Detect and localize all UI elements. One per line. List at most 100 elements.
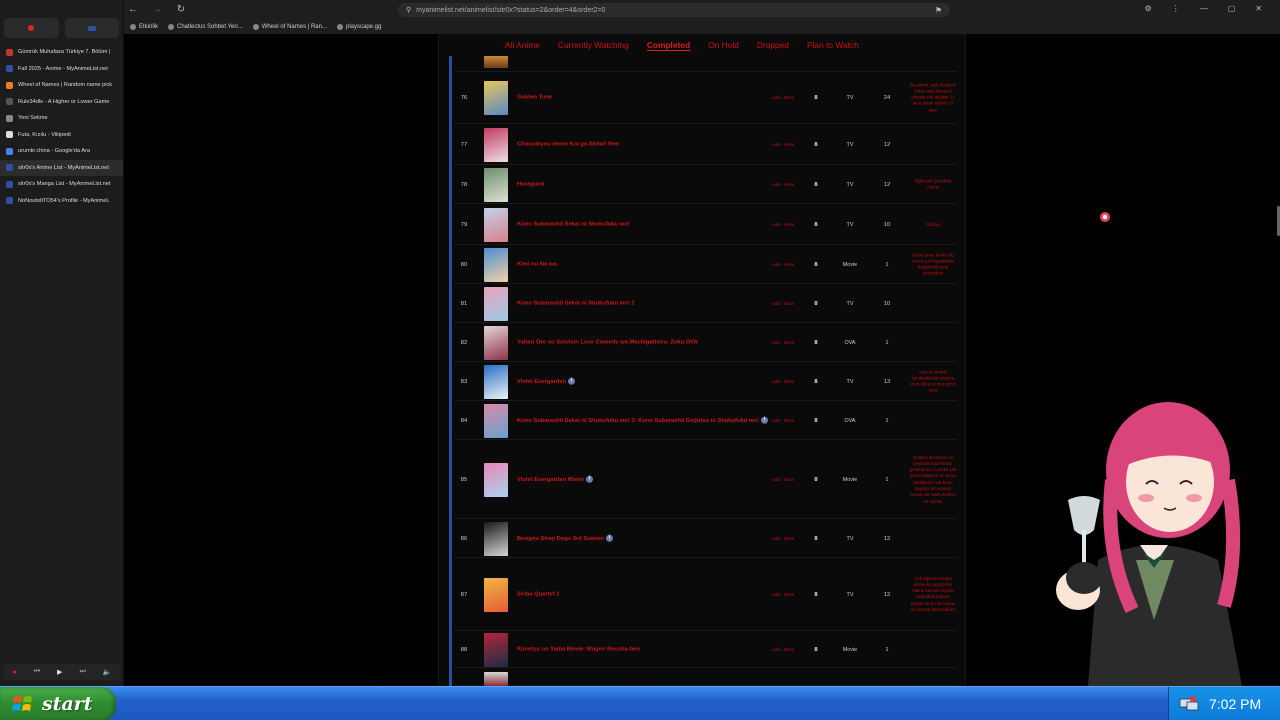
add-more-link[interactable]: Add - More bbox=[768, 182, 798, 188]
add-more-link[interactable]: Add - More bbox=[768, 142, 798, 148]
anime-title-link[interactable]: Kono Subarashii Sekai ni Shukufuku wo! 2… bbox=[517, 416, 802, 425]
anime-title-link[interactable]: Violet Evergarden i bbox=[517, 377, 802, 386]
add-more-link[interactable]: Add - More bbox=[768, 301, 798, 307]
info-icon[interactable]: i bbox=[605, 534, 613, 542]
info-icon[interactable]: i bbox=[586, 475, 594, 483]
score[interactable]: 8 bbox=[809, 262, 823, 268]
anime-title-link[interactable]: Kimi no Na wa. bbox=[517, 261, 802, 269]
anime-title-link[interactable]: Chuunibyou demo Koi ga Shitai! Ren bbox=[517, 141, 802, 149]
next-icon[interactable]: ⏭ bbox=[79, 668, 85, 676]
episode-count[interactable]: 1 bbox=[877, 418, 897, 424]
anime-title-link[interactable]: Seiba Quartet 2 bbox=[517, 591, 802, 599]
episode-count[interactable]: 24 bbox=[877, 95, 897, 101]
sidebar-tab[interactable]: urumki china - Google'da Ara bbox=[0, 143, 123, 160]
add-more-link[interactable]: Add - More bbox=[768, 477, 798, 483]
sidebar-tab[interactable]: Rule34dle - A Higher or Lower Game bbox=[0, 94, 123, 111]
score[interactable]: 8 bbox=[809, 647, 823, 653]
bookmark-icon[interactable]: ⚑ bbox=[935, 6, 942, 15]
anime-thumbnail[interactable] bbox=[484, 577, 508, 612]
anime-thumbnail[interactable] bbox=[484, 80, 508, 115]
play-icon[interactable]: ▶ bbox=[57, 668, 62, 676]
site-info-icon[interactable]: ⚲ bbox=[406, 6, 411, 14]
score[interactable]: 8 bbox=[809, 477, 823, 483]
start-button[interactable]: start bbox=[0, 687, 116, 720]
extensions-icon[interactable]: ⚙ bbox=[1145, 4, 1152, 13]
menu-icon[interactable]: ⋮ bbox=[1172, 4, 1180, 13]
bookmark-item[interactable]: Wheel of Names | Ran... bbox=[252, 24, 327, 30]
score[interactable]: 8 bbox=[809, 418, 823, 424]
episode-count[interactable]: 12 bbox=[877, 536, 897, 542]
anime-thumbnail[interactable] bbox=[484, 521, 508, 556]
anime-thumbnail[interactable] bbox=[484, 56, 508, 68]
sidebar-tab[interactable]: Gümrük Muhafaza Türkiye 7. Bölüm | bbox=[0, 44, 123, 61]
score[interactable]: 8 bbox=[809, 536, 823, 542]
clock[interactable]: 7:02 PM bbox=[1209, 696, 1261, 712]
address-bar[interactable]: ⚲ myanimelist.net/animelist/sitr0x?statu… bbox=[398, 3, 950, 17]
episode-count[interactable]: 10 bbox=[877, 222, 897, 228]
tab-completed[interactable]: Completed bbox=[646, 40, 691, 51]
episode-count[interactable]: 12 bbox=[877, 592, 897, 598]
add-more-link[interactable]: Add - More bbox=[768, 379, 798, 385]
anime-thumbnail[interactable] bbox=[484, 672, 508, 686]
anime-title-link[interactable]: Yahari Ore no Seishun Love Comedy wa Mac… bbox=[517, 339, 802, 347]
episode-count[interactable]: 1 bbox=[877, 262, 897, 268]
tab-on-hold[interactable]: On Hold bbox=[708, 40, 739, 50]
anime-thumbnail[interactable] bbox=[484, 364, 508, 399]
anime-thumbnail[interactable] bbox=[484, 247, 508, 282]
tab-all-anime[interactable]: All Anime bbox=[505, 40, 540, 50]
tab-plan-to-watch[interactable]: Plan to Watch bbox=[807, 40, 859, 50]
bookmark-item[interactable]: Etkinlik bbox=[130, 24, 158, 30]
sidebar-tab[interactable]: sitr0x's Manga List - MyAnimeList.net bbox=[0, 176, 123, 193]
anime-title-link[interactable]: Kimetsu no Yaiba Movie: Mugen Ressha-hen bbox=[517, 646, 802, 654]
anime-title-link[interactable]: Kono Subarashii Sekai ni Shukufuku wo! bbox=[517, 221, 802, 229]
anime-thumbnail[interactable] bbox=[484, 632, 508, 667]
bookmark-item[interactable]: Chatlectus Sohbet Yeri... bbox=[168, 24, 243, 30]
score[interactable]: 8 bbox=[809, 182, 823, 188]
tab-currently-watching[interactable]: Currently Watching bbox=[558, 40, 629, 50]
sidebar-tab[interactable]: Fall 2025 - Anime - MyAnimeList.net bbox=[0, 61, 123, 78]
anime-thumbnail[interactable] bbox=[484, 286, 508, 321]
add-more-link[interactable]: Add - More bbox=[768, 647, 798, 653]
episode-count[interactable]: 1 bbox=[877, 647, 897, 653]
sidebar-tab[interactable]: NoNoubdiTO54's Profile - MyAnimeL bbox=[0, 193, 123, 210]
episode-count[interactable]: 10 bbox=[877, 301, 897, 307]
anime-title-link[interactable]: Violet Evergarden Movie i bbox=[517, 475, 802, 484]
maximize-icon[interactable]: ▢ bbox=[1228, 4, 1236, 13]
episode-count[interactable]: 12 bbox=[877, 142, 897, 148]
tab-dropped[interactable]: Dropped bbox=[757, 40, 789, 50]
episode-count[interactable]: 12 bbox=[877, 182, 897, 188]
add-more-link[interactable]: Add - More bbox=[768, 418, 798, 424]
pinned-tab-youtube[interactable] bbox=[4, 18, 59, 38]
score[interactable]: 8 bbox=[809, 592, 823, 598]
anime-thumbnail[interactable] bbox=[484, 325, 508, 360]
volume-icon[interactable]: 🔈 bbox=[103, 668, 112, 676]
minimize-icon[interactable]: — bbox=[1200, 4, 1208, 13]
anime-title-link[interactable]: Kono Subarashii Sekai ni Shukufuku wo! 2 bbox=[517, 300, 802, 308]
episode-count[interactable]: 1 bbox=[877, 340, 897, 346]
back-icon[interactable]: ← bbox=[126, 4, 140, 15]
anime-title-link[interactable]: Golden Time bbox=[517, 94, 802, 102]
score[interactable]: 8 bbox=[809, 379, 823, 385]
anime-thumbnail[interactable] bbox=[484, 207, 508, 242]
info-icon[interactable]: i bbox=[760, 416, 768, 424]
add-more-link[interactable]: Add - More bbox=[768, 536, 798, 542]
add-more-link[interactable]: Add - More bbox=[768, 262, 798, 268]
sidebar-tab[interactable]: Wheel of Names | Random name pick bbox=[0, 77, 123, 94]
anime-thumbnail[interactable] bbox=[484, 462, 508, 497]
sidebar-tab[interactable]: Futa, Kızılu - Vikipedi bbox=[0, 127, 123, 144]
sidebar-tab[interactable]: sitr0x's Anime List - MyAnimeList.net bbox=[0, 159, 123, 176]
close-icon[interactable]: ✕ bbox=[1255, 4, 1262, 13]
info-icon[interactable]: i bbox=[568, 377, 576, 385]
score[interactable]: 8 bbox=[809, 95, 823, 101]
score[interactable]: 8 bbox=[809, 222, 823, 228]
pinned-tab-mal[interactable] bbox=[64, 18, 119, 38]
forward-icon[interactable]: → bbox=[150, 4, 164, 15]
episode-count[interactable]: 13 bbox=[877, 379, 897, 385]
sidebar-tab[interactable]: Yeni Sekme bbox=[0, 110, 123, 127]
add-more-link[interactable]: Add - More bbox=[768, 222, 798, 228]
anime-thumbnail[interactable] bbox=[484, 167, 508, 202]
bookmark-item[interactable]: playscape.gg bbox=[336, 24, 381, 30]
previous-icon[interactable]: ⏮ bbox=[34, 668, 40, 676]
network-icon[interactable] bbox=[1179, 695, 1199, 713]
episode-count[interactable]: 1 bbox=[877, 477, 897, 483]
